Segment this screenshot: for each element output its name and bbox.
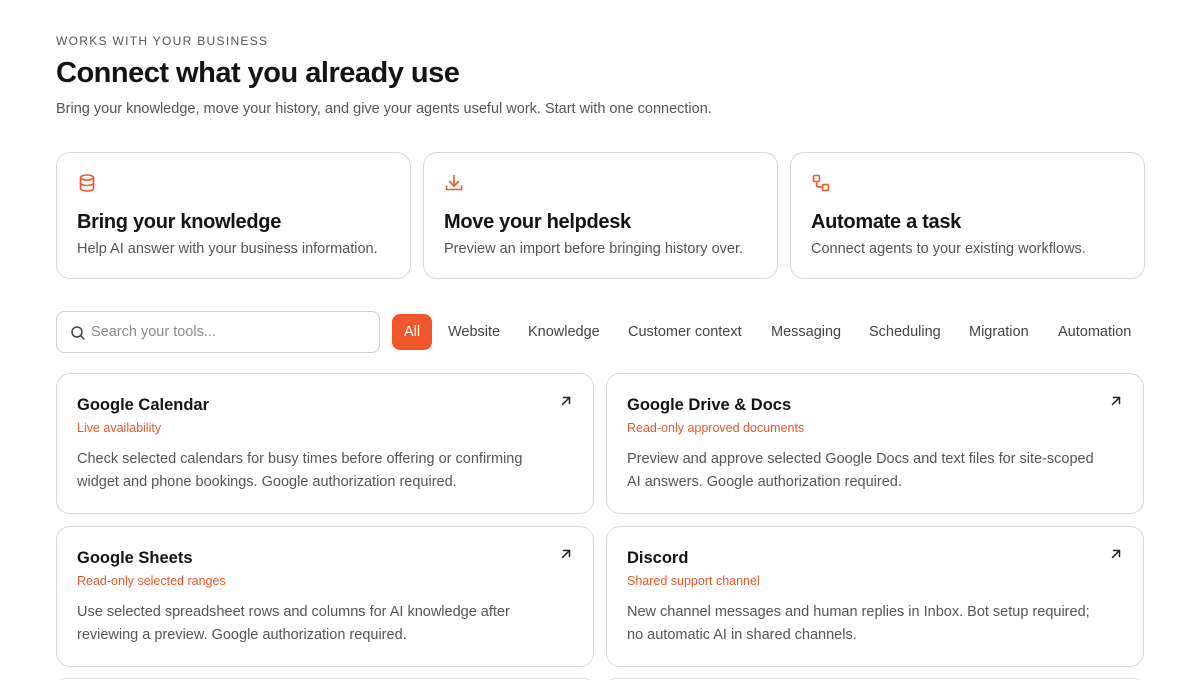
filter-migration[interactable]: Migration [969, 314, 1029, 350]
search-box [56, 311, 380, 353]
integration-card-discord[interactable]: Discord Shared support channel New chann… [606, 526, 1144, 667]
feature-description: Help AI answer with your business inform… [77, 241, 378, 257]
integration-description: Use selected spreadsheet rows and column… [77, 604, 510, 643]
external-link-icon[interactable] [559, 547, 573, 561]
search-icon [70, 325, 86, 341]
eyebrow: WORKS WITH YOUR BUSINESS [56, 34, 269, 48]
search-input[interactable] [91, 312, 373, 352]
filter-all[interactable]: All [392, 314, 433, 350]
integration-name: Google Sheets [77, 549, 193, 567]
feature-card-knowledge[interactable]: Bring your knowledge Help AI answer with… [56, 152, 411, 279]
page-subtitle: Bring your knowledge, move your history,… [56, 101, 712, 117]
filter-scheduling[interactable]: Scheduling [869, 314, 941, 350]
filter-website[interactable]: Website [448, 314, 500, 350]
feature-title: Automate a task [811, 211, 961, 233]
integration-tag: Shared support channel [627, 574, 760, 588]
integration-tag: Read-only selected ranges [77, 574, 226, 588]
filter-customer-context[interactable]: Customer context [628, 314, 742, 350]
integration-name: Google Drive & Docs [627, 396, 792, 414]
feature-title: Move your helpdesk [444, 211, 631, 233]
page-title: Connect what you already use [56, 57, 460, 89]
filter-knowledge[interactable]: Knowledge [528, 314, 600, 350]
download-icon [444, 173, 464, 193]
external-link-icon[interactable] [1109, 394, 1123, 408]
database-icon [77, 173, 97, 193]
filter-messaging[interactable]: Messaging [771, 314, 841, 350]
external-link-icon[interactable] [1109, 547, 1123, 561]
external-link-icon[interactable] [559, 394, 573, 408]
feature-description: Connect agents to your existing workflow… [811, 241, 1086, 257]
integration-name: Discord [627, 549, 689, 567]
integration-description: Check selected calendars for busy times … [77, 451, 523, 490]
integration-tag: Read-only approved documents [627, 421, 805, 435]
integration-name: Google Calendar [77, 396, 210, 414]
feature-title: Bring your knowledge [77, 211, 282, 233]
integration-tag: Live availability [77, 421, 162, 435]
integration-card-google-sheets[interactable]: Google Sheets Read-only selected ranges … [56, 526, 594, 667]
feature-card-helpdesk[interactable]: Move your helpdesk Preview an import bef… [423, 152, 778, 279]
integration-card-google-drive[interactable]: Google Drive & Docs Read-only approved d… [606, 373, 1144, 514]
feature-description: Preview an import before bringing histor… [444, 241, 744, 257]
feature-card-automate[interactable]: Automate a task Connect agents to your e… [790, 152, 1145, 279]
filter-automation[interactable]: Automation [1058, 314, 1131, 350]
integration-description: Preview and approve selected Google Docs… [627, 451, 1094, 490]
workflow-icon [811, 173, 831, 193]
integration-card-google-calendar[interactable]: Google Calendar Live availability Check … [56, 373, 594, 514]
integration-description: New channel messages and human replies i… [627, 604, 1090, 643]
